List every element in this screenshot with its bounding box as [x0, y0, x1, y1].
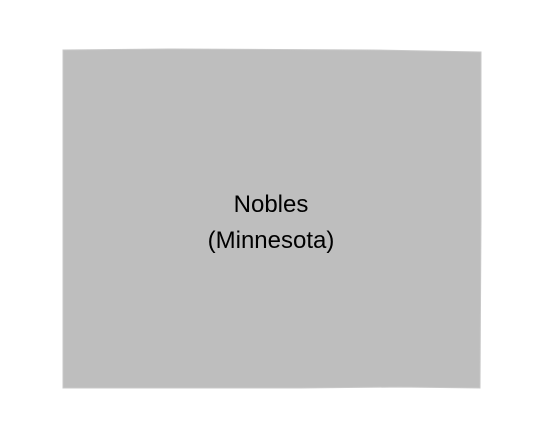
county-map: Nobles (Minnesota): [0, 0, 545, 439]
county-shape-nobles[interactable]: [62, 48, 482, 389]
county-name-label: Nobles: [234, 191, 309, 218]
state-name-label: (Minnesota): [208, 227, 335, 254]
